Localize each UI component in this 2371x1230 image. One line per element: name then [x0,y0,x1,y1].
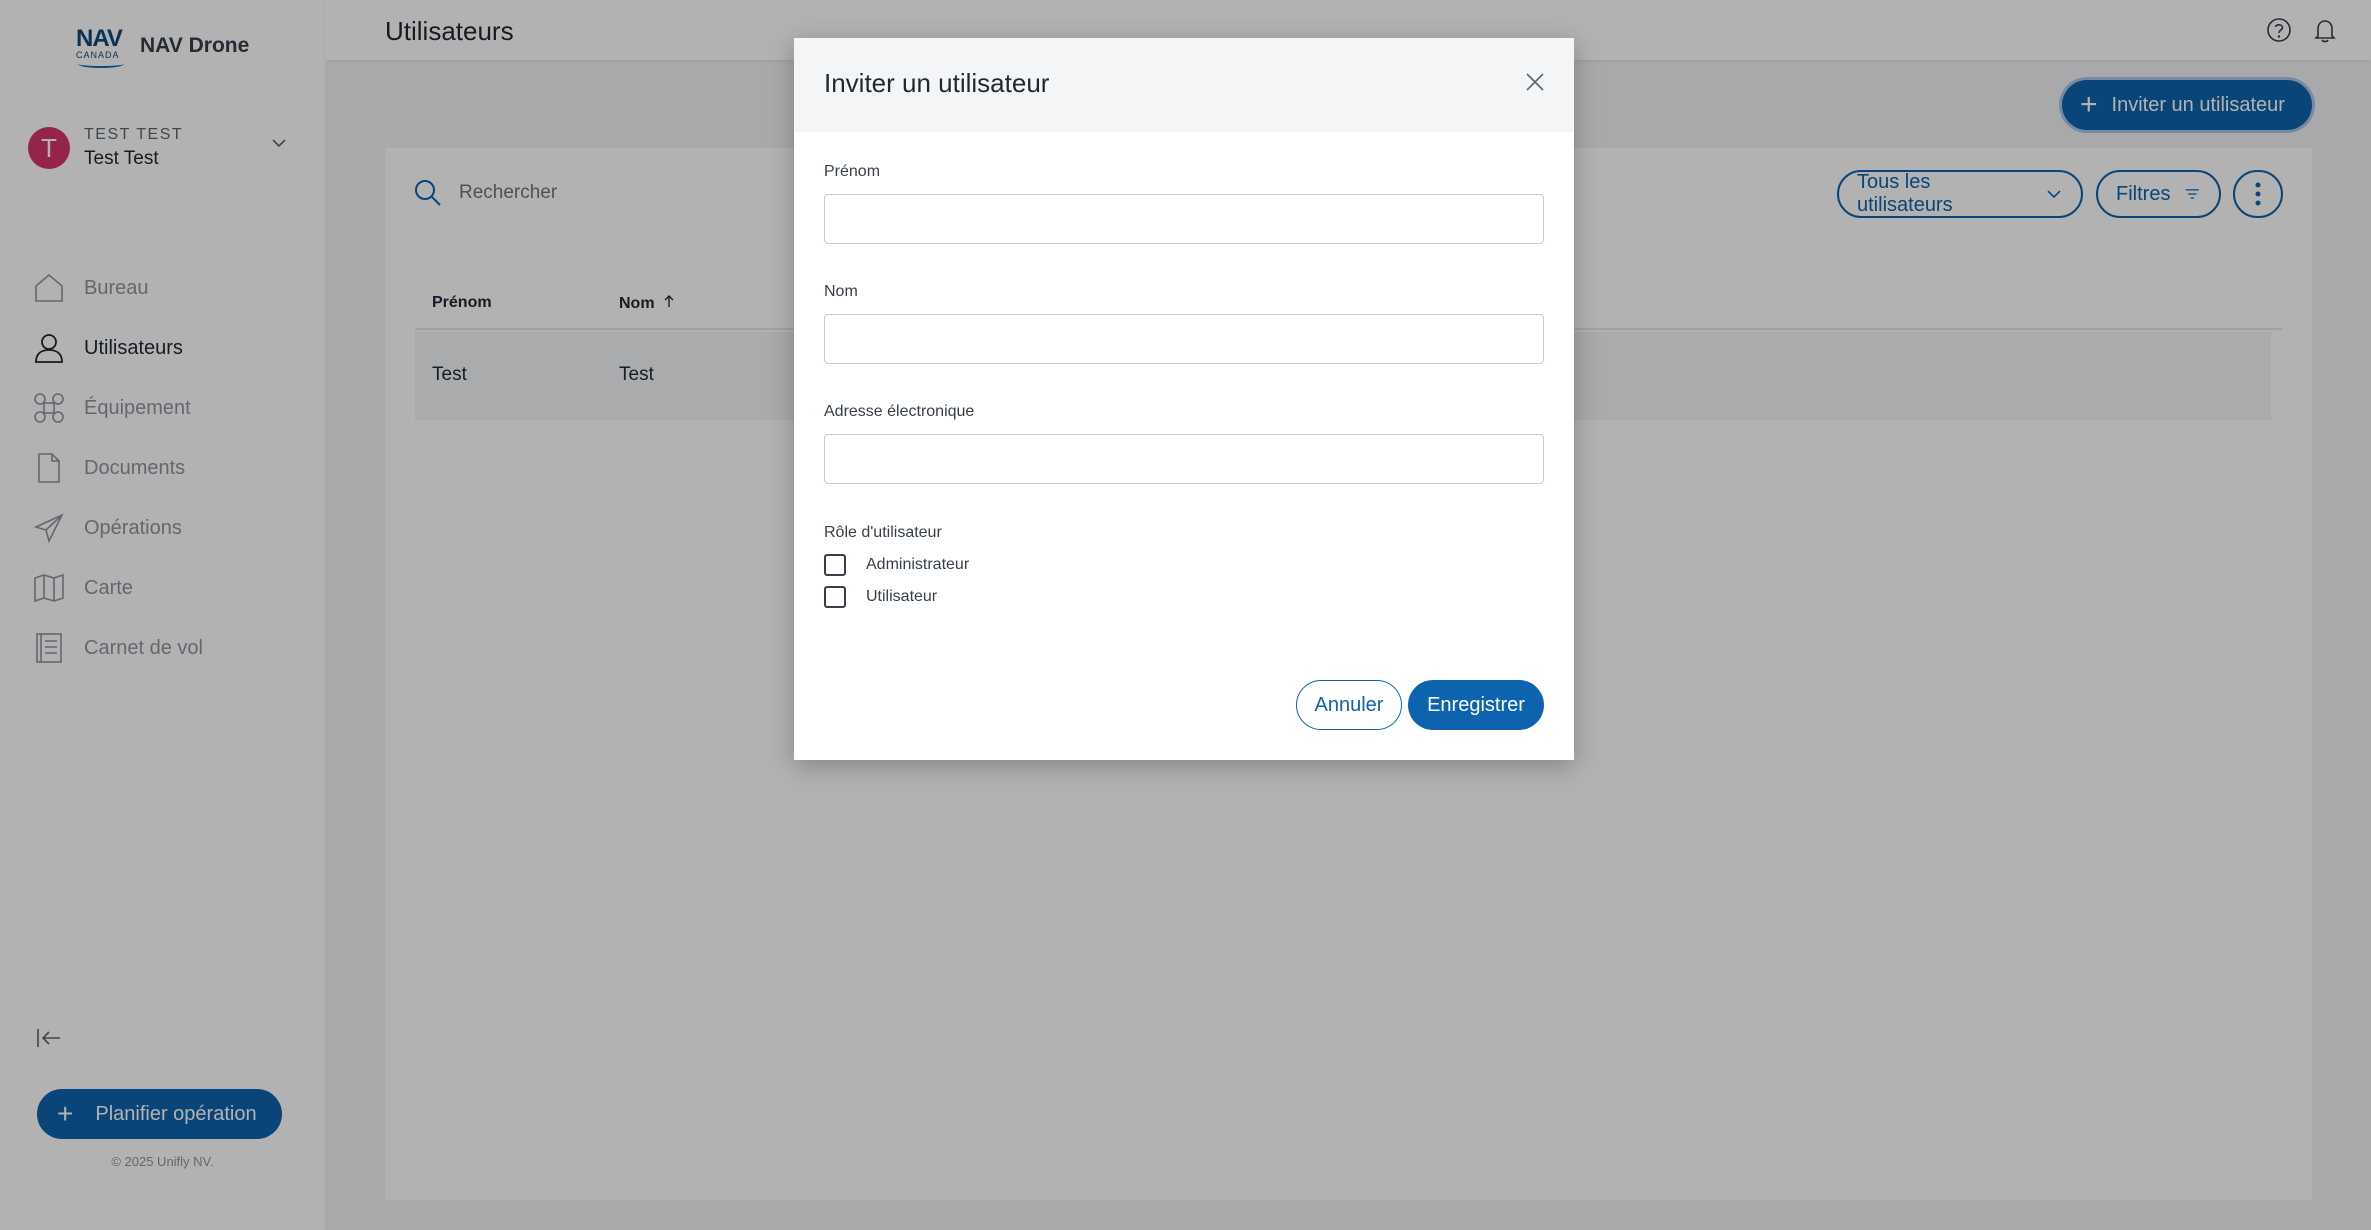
first-name-label: Prénom [824,163,881,180]
last-name-label: Nom [824,283,858,300]
modal-title: Inviter un utilisateur [824,68,1050,98]
close-icon[interactable] [1524,71,1546,93]
role-option-administrateur[interactable]: Administrateur [824,554,969,576]
role-label: Rôle d'utilisateur [824,524,942,541]
first-name-field[interactable] [824,194,1544,244]
email-label: Adresse électronique [824,403,975,420]
last-name-field[interactable] [824,314,1544,364]
email-field[interactable] [824,434,1544,484]
administrateur-checkbox[interactable] [824,554,846,576]
role-option-label: Utilisateur [866,588,938,605]
cancel-button[interactable]: Annuler [1296,680,1402,730]
invite-user-modal: Inviter un utilisateur Prénom Nom Adress… [794,38,1574,760]
role-option-label: Administrateur [866,556,970,573]
save-button[interactable]: Enregistrer [1408,680,1544,730]
modal-header: Inviter un utilisateur [794,38,1574,132]
role-option-utilisateur[interactable]: Utilisateur [824,586,937,608]
utilisateur-checkbox[interactable] [824,586,846,608]
